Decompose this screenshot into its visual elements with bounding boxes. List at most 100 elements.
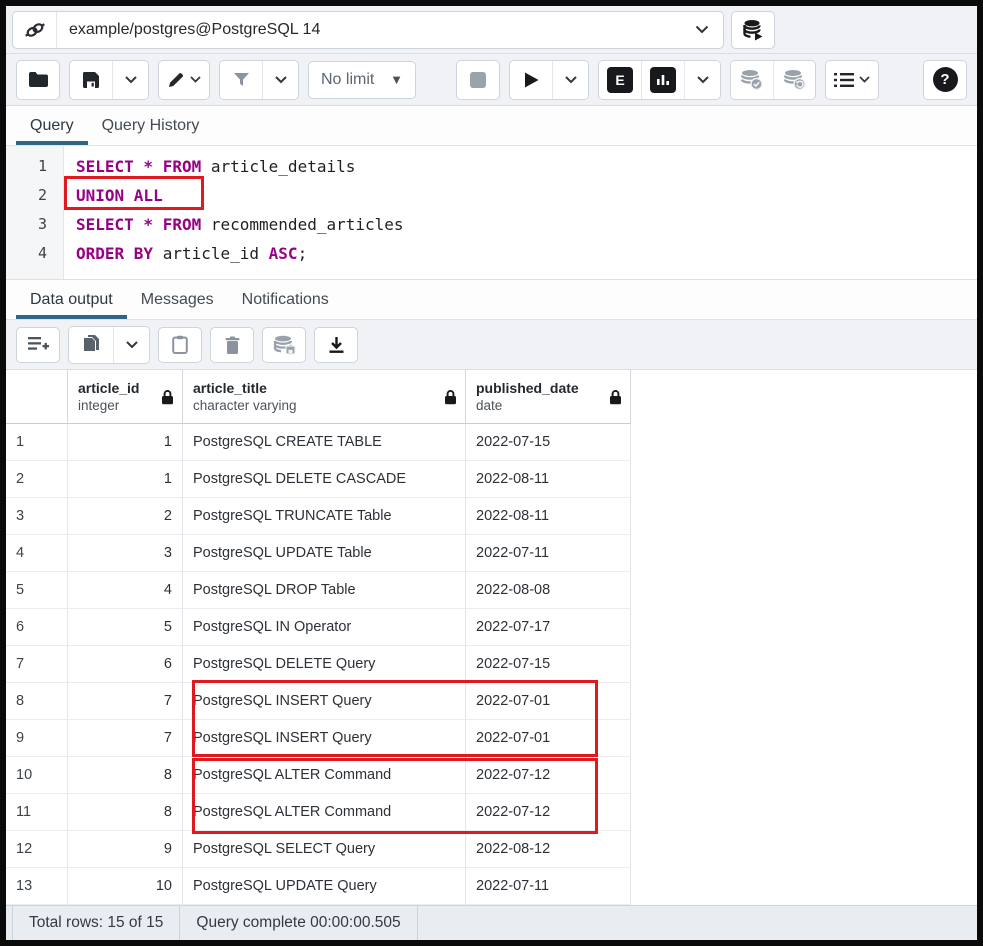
row-number-cell[interactable]: 4 [6, 535, 68, 572]
sql-line[interactable]: ORDER BY article_id ASC; [76, 239, 977, 268]
table-row: 21PostgreSQL DELETE CASCADE2022-08-11 [6, 461, 977, 498]
sql-code[interactable]: SELECT * FROM article_details UNION ALL SE… [64, 146, 977, 279]
cell-article-id[interactable]: 10 [68, 868, 183, 905]
tab-query[interactable]: Query [16, 106, 88, 145]
new-connection-button[interactable] [731, 11, 775, 49]
cell-published-date[interactable]: 2022-08-08 [466, 572, 631, 609]
row-number-cell[interactable]: 5 [6, 572, 68, 609]
save-data-button[interactable] [262, 327, 306, 363]
row-number-cell[interactable]: 13 [6, 868, 68, 905]
cell-published-date[interactable]: 2022-07-12 [466, 794, 631, 831]
help-button[interactable]: ? [924, 61, 966, 99]
column-header-article-title[interactable]: article_title character varying [183, 370, 466, 424]
commit-button[interactable] [731, 61, 773, 99]
row-number-cell[interactable]: 11 [6, 794, 68, 831]
cell-published-date[interactable]: 2022-07-11 [466, 868, 631, 905]
row-number-cell[interactable]: 12 [6, 831, 68, 868]
cell-article-title[interactable]: PostgreSQL CREATE TABLE [183, 424, 466, 461]
explain-analyze-button[interactable] [641, 61, 684, 99]
sql-line[interactable]: UNION ALL [76, 181, 977, 210]
cell-article-title[interactable]: PostgreSQL TRUNCATE Table [183, 498, 466, 535]
row-number-cell[interactable]: 7 [6, 646, 68, 683]
filter-button[interactable] [220, 61, 262, 99]
cell-article-id[interactable]: 7 [68, 720, 183, 757]
cell-article-title[interactable]: PostgreSQL DROP Table [183, 572, 466, 609]
copy-options-chevron[interactable] [113, 327, 149, 363]
cell-article-title[interactable]: PostgreSQL DELETE Query [183, 646, 466, 683]
query-toolbar: No limit ▼ E [6, 54, 977, 106]
add-row-button[interactable] [16, 327, 60, 363]
cell-published-date[interactable]: 2022-08-12 [466, 831, 631, 868]
tab-notifications[interactable]: Notifications [228, 280, 343, 319]
column-header-article-id[interactable]: article_id integer [68, 370, 183, 424]
row-number-cell[interactable]: 9 [6, 720, 68, 757]
execute-button[interactable] [510, 61, 552, 99]
row-number-cell[interactable]: 1 [6, 424, 68, 461]
row-number-cell[interactable]: 3 [6, 498, 68, 535]
tab-messages[interactable]: Messages [127, 280, 228, 319]
sql-line[interactable]: SELECT * FROM article_details [76, 152, 977, 181]
cell-article-title[interactable]: PostgreSQL IN Operator [183, 609, 466, 646]
cell-article-id[interactable]: 2 [68, 498, 183, 535]
cell-article-id[interactable]: 7 [68, 683, 183, 720]
save-button[interactable] [70, 61, 112, 99]
cell-article-title[interactable]: PostgreSQL SELECT Query [183, 831, 466, 868]
cell-article-id[interactable]: 1 [68, 461, 183, 498]
cell-published-date[interactable]: 2022-07-01 [466, 683, 631, 720]
cell-article-title[interactable]: PostgreSQL ALTER Command [183, 794, 466, 831]
cell-article-id[interactable]: 1 [68, 424, 183, 461]
cell-article-id[interactable]: 8 [68, 757, 183, 794]
tab-query-history[interactable]: Query History [88, 106, 214, 145]
sql-line[interactable]: SELECT * FROM recommended_articles [76, 210, 977, 239]
download-button[interactable] [314, 327, 358, 363]
cell-published-date[interactable]: 2022-08-11 [466, 498, 631, 535]
row-number-cell[interactable]: 6 [6, 609, 68, 646]
cell-published-date[interactable]: 2022-07-12 [466, 757, 631, 794]
results-toolbar [6, 320, 977, 370]
filter-options-chevron[interactable] [262, 61, 298, 99]
copy-pages-icon [83, 335, 100, 354]
delete-row-button[interactable] [210, 327, 254, 363]
cell-article-id[interactable]: 9 [68, 831, 183, 868]
limit-dropdown[interactable]: No limit ▼ [308, 61, 416, 99]
row-number-cell[interactable]: 8 [6, 683, 68, 720]
cell-published-date[interactable]: 2022-07-15 [466, 424, 631, 461]
cell-article-title[interactable]: PostgreSQL UPDATE Query [183, 868, 466, 905]
cell-article-id[interactable]: 3 [68, 535, 183, 572]
row-number-cell[interactable]: 10 [6, 757, 68, 794]
paste-button[interactable] [158, 327, 202, 363]
edit-button[interactable] [159, 61, 209, 99]
cell-article-title[interactable]: PostgreSQL ALTER Command [183, 757, 466, 794]
tab-data-output[interactable]: Data output [16, 280, 127, 319]
explain-button[interactable]: E [599, 61, 641, 99]
macro-button[interactable] [826, 61, 878, 99]
cell-published-date[interactable]: 2022-07-17 [466, 609, 631, 646]
rollback-button[interactable] [773, 61, 815, 99]
execute-options-chevron[interactable] [552, 61, 588, 99]
connection-dropdown[interactable]: example/postgres@PostgreSQL 14 [12, 11, 724, 49]
cell-article-title[interactable]: PostgreSQL DELETE CASCADE [183, 461, 466, 498]
column-header-published-date[interactable]: published_date date [466, 370, 631, 424]
cell-published-date[interactable]: 2022-07-11 [466, 535, 631, 572]
pgadmin-query-tool-window: example/postgres@PostgreSQL 14 [0, 0, 983, 946]
sql-editor[interactable]: 1234 SELECT * FROM article_detailsUNION … [6, 146, 977, 280]
copy-button[interactable] [69, 327, 113, 363]
cell-article-id[interactable]: 4 [68, 572, 183, 609]
sql-keyword: UNION ALL [76, 186, 163, 205]
explain-options-chevron[interactable] [684, 61, 720, 99]
stop-button[interactable] [457, 61, 499, 99]
data-output-grid: article_id integer article_title charact… [6, 370, 977, 905]
open-file-button[interactable] [17, 61, 59, 99]
save-options-chevron[interactable] [112, 61, 148, 99]
cell-article-id[interactable]: 6 [68, 646, 183, 683]
cell-published-date[interactable]: 2022-07-15 [466, 646, 631, 683]
cell-article-title[interactable]: PostgreSQL INSERT Query [183, 683, 466, 720]
cell-article-title[interactable]: PostgreSQL UPDATE Table [183, 535, 466, 572]
row-number-cell[interactable]: 2 [6, 461, 68, 498]
cell-article-title[interactable]: PostgreSQL INSERT Query [183, 720, 466, 757]
cell-article-id[interactable]: 8 [68, 794, 183, 831]
folder-icon [28, 71, 49, 88]
cell-published-date[interactable]: 2022-08-11 [466, 461, 631, 498]
cell-article-id[interactable]: 5 [68, 609, 183, 646]
cell-published-date[interactable]: 2022-07-01 [466, 720, 631, 757]
